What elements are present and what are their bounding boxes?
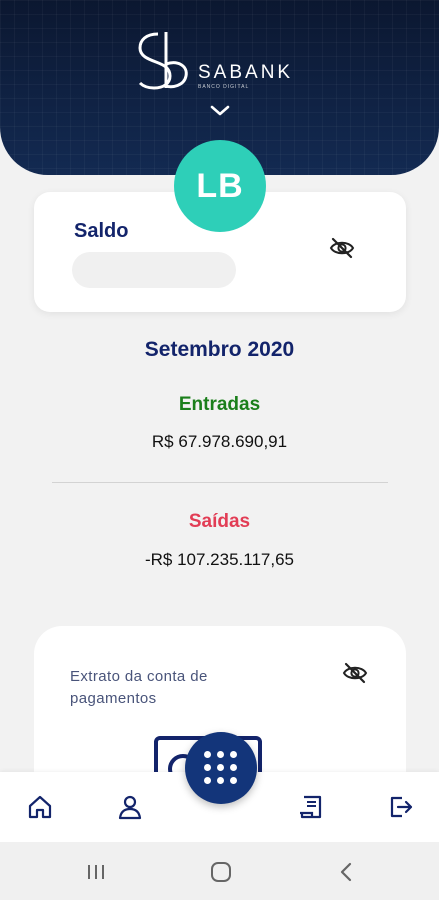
keypad-dot	[204, 777, 211, 784]
income-value: R$ 67.978.690,91	[151, 432, 288, 451]
logout-icon[interactable]	[388, 794, 414, 820]
avatar[interactable]: LB	[174, 140, 266, 232]
recent-apps-icon[interactable]	[84, 860, 108, 884]
eye-off-icon[interactable]	[342, 662, 368, 684]
receipt-icon[interactable]	[298, 794, 324, 820]
divider	[52, 482, 388, 483]
balance-hidden-value	[72, 252, 236, 288]
logo-mark-icon	[138, 32, 188, 90]
keypad-dot	[204, 751, 211, 758]
back-icon[interactable]	[335, 860, 359, 884]
keypad-dot	[217, 777, 224, 784]
home-button-icon[interactable]	[209, 860, 233, 884]
system-navigation-bar	[0, 842, 439, 900]
keypad-dot	[204, 764, 211, 771]
keypad-dot	[230, 764, 237, 771]
sabank-logo: SABANK BANCO DIGITAL	[136, 28, 306, 92]
profile-icon[interactable]	[117, 794, 143, 820]
income-label: Entradas	[178, 394, 261, 415]
keypad-dot	[230, 751, 237, 758]
home-icon[interactable]	[27, 794, 53, 820]
keypad-button[interactable]	[185, 732, 257, 804]
brand-subtitle: BANCO DIGITAL	[198, 84, 250, 90]
brand-name: SABANK	[198, 62, 294, 83]
chevron-down-icon[interactable]	[209, 104, 231, 118]
keypad-dot	[217, 751, 224, 758]
balance-label: Saldo	[74, 220, 129, 242]
period-title: Setembro 2020	[144, 338, 295, 361]
keypad-dot	[230, 777, 237, 784]
expense-label: Saídas	[188, 511, 251, 532]
statement-label: Extrato da conta de pagamentos	[70, 668, 208, 707]
eye-off-icon[interactable]	[329, 237, 355, 259]
expense-value: -R$ 107.235.117,65	[144, 550, 295, 569]
keypad-dot	[217, 764, 224, 771]
